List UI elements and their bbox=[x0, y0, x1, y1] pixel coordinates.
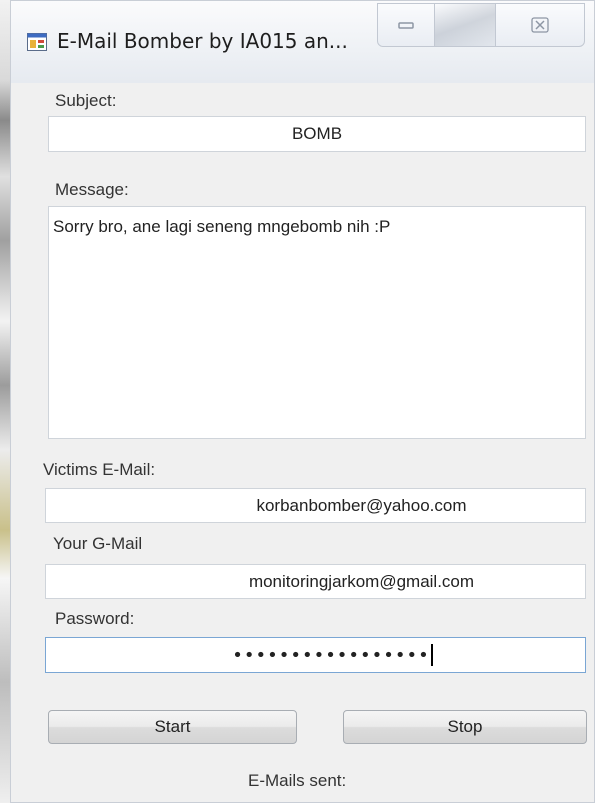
close-icon bbox=[531, 17, 549, 33]
window-title: E-Mail Bomber by IA015 an... bbox=[57, 29, 348, 53]
start-button[interactable]: Start bbox=[48, 710, 297, 744]
gmail-input[interactable]: monitoringjarkom@gmail.com bbox=[45, 564, 586, 599]
close-button[interactable] bbox=[495, 3, 585, 47]
text-caret bbox=[430, 644, 433, 666]
victim-email-label: Victims E-Mail: bbox=[43, 460, 156, 479]
email-bomber-window: E-Mail Bomber by IA015 an... Subject: BO… bbox=[10, 0, 595, 803]
minimize-icon bbox=[398, 22, 414, 29]
maximize-glass bbox=[435, 4, 495, 46]
gmail-label: Your G-Mail bbox=[53, 534, 143, 553]
minimize-button[interactable] bbox=[377, 3, 435, 47]
stop-button-label: Stop bbox=[447, 717, 483, 736]
emails-sent-label: E-Mails sent: bbox=[248, 771, 347, 790]
maximize-button[interactable] bbox=[434, 3, 496, 47]
gmail-value: monitoringjarkom@gmail.com bbox=[248, 571, 475, 591]
subject-label: Subject: bbox=[55, 91, 117, 110]
subject-input[interactable]: BOMB bbox=[48, 116, 586, 152]
app-window-icon bbox=[27, 33, 47, 51]
message-label: Message: bbox=[55, 180, 129, 199]
start-button-label: Start bbox=[154, 717, 191, 736]
password-input[interactable]: ••••••••••••••••• bbox=[45, 637, 586, 673]
message-textarea[interactable]: Sorry bro, ane lagi seneng mngebomb nih … bbox=[48, 206, 586, 439]
victim-email-input[interactable]: korbanbomber@yahoo.com bbox=[45, 488, 586, 523]
victim-email-value: korbanbomber@yahoo.com bbox=[256, 495, 467, 515]
stop-button[interactable]: Stop bbox=[343, 710, 587, 744]
subject-value: BOMB bbox=[291, 124, 343, 143]
password-value: ••••••••••••••••• bbox=[232, 644, 430, 666]
password-label: Password: bbox=[55, 609, 135, 628]
title-bar[interactable]: E-Mail Bomber by IA015 an... bbox=[11, 1, 594, 83]
